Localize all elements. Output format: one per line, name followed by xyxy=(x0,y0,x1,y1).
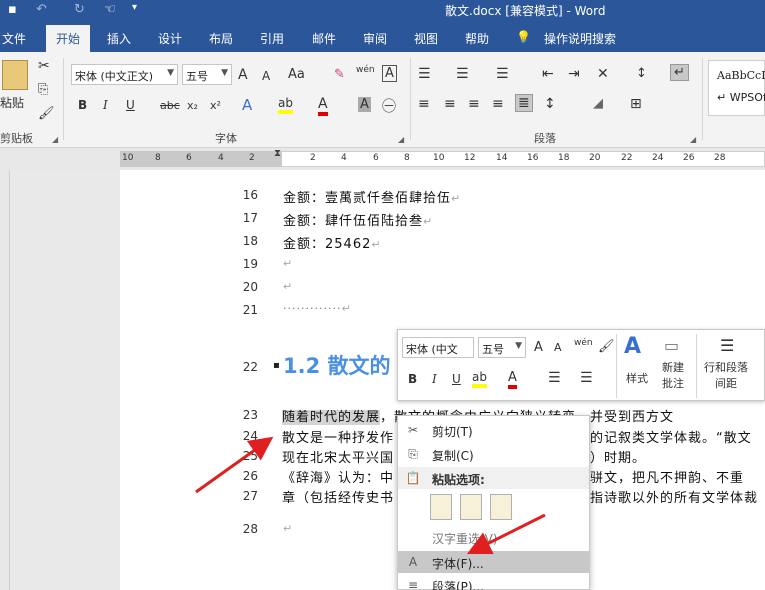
red-arrow-to-text xyxy=(195,436,274,494)
red-arrow-to-font xyxy=(466,513,546,555)
annotation-arrows xyxy=(195,436,546,555)
